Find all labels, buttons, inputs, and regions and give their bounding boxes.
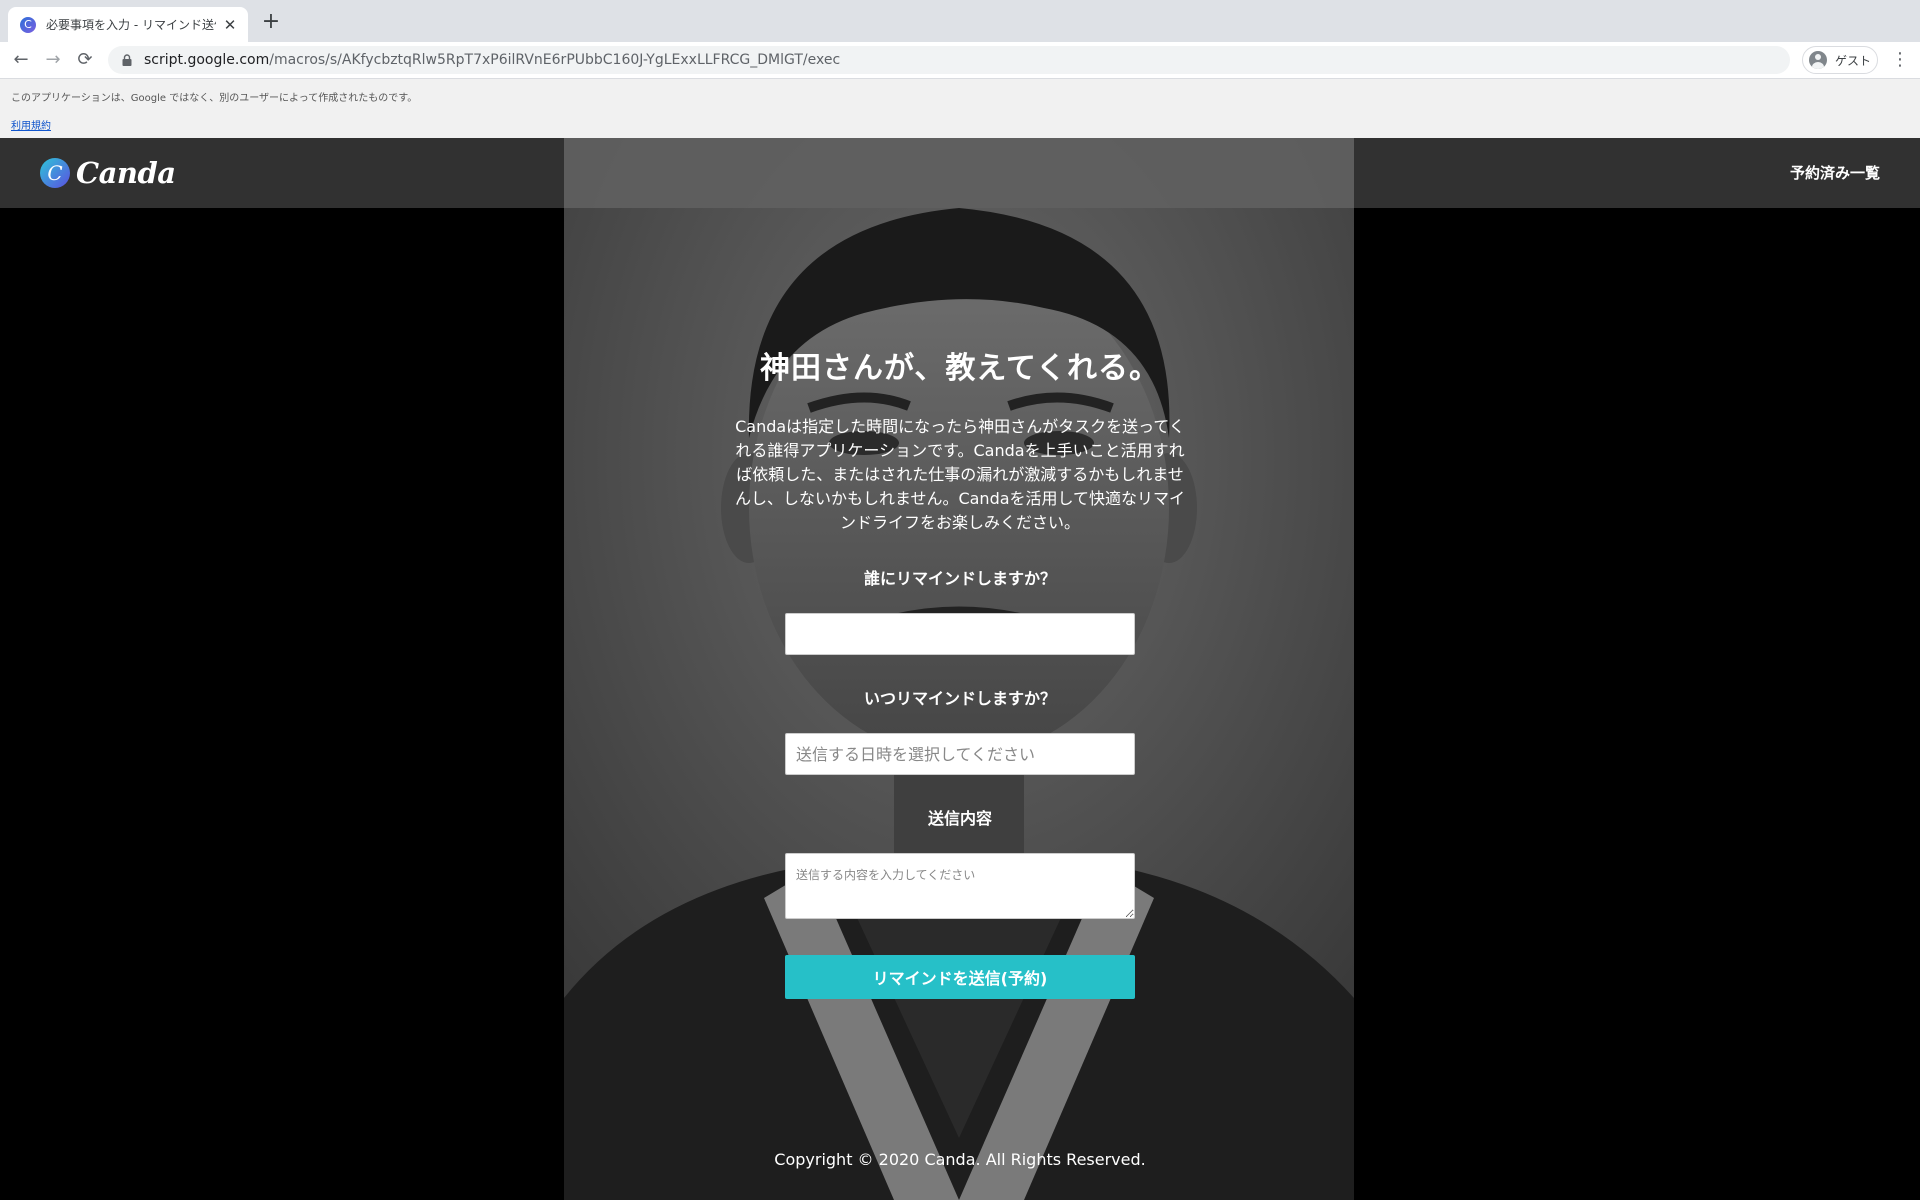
browser-tab[interactable]: C 必要事項を入力 - リマインド送信アプリ ✕ <box>8 7 248 42</box>
browser-menu-icon[interactable]: ⋮ <box>1890 48 1910 72</box>
tab-close-icon[interactable]: ✕ <box>222 16 238 34</box>
reserved-list-link[interactable]: 予約済み一覧 <box>1790 162 1880 183</box>
message-label: 送信内容 <box>927 809 992 828</box>
back-arrow-icon[interactable]: ← <box>9 48 33 72</box>
datetime-label: いつリマインドしますか？ <box>863 689 1056 708</box>
terms-link[interactable]: 利用規約 <box>11 117 51 132</box>
canda-logo-text: Canda <box>76 156 176 190</box>
profile-label: ゲスト <box>1835 53 1872 68</box>
canda-app: C Canda 予約済み一覧 神田さんが、教えてくれる。 Candaは指定した時… <box>0 138 1920 1200</box>
canda-favicon-icon: C <box>20 16 36 33</box>
page-title: 神田さんが、教えてくれる。 <box>760 351 1160 386</box>
apps-script-warning: このアプリケーションは、Google ではなく、別のユーザーによって作成されたも… <box>11 93 418 104</box>
message-textarea[interactable] <box>785 853 1135 919</box>
recipient-label: 誰にリマインドしますか？ <box>863 569 1056 588</box>
profile-button[interactable]: ゲスト <box>1802 46 1878 74</box>
datetime-input[interactable] <box>785 733 1135 775</box>
forward-arrow-icon[interactable]: → <box>41 48 65 72</box>
apps-script-banner: このアプリケーションは、Google ではなく、別のユーザーによって作成されたも… <box>0 79 1920 138</box>
recipient-input[interactable] <box>785 613 1135 655</box>
reminder-form-section: 神田さんが、教えてくれる。 Candaは指定した時間になったら神田さんがタスクを… <box>720 343 1200 999</box>
lock-icon <box>122 54 132 66</box>
copyright-footer: Copyright © 2020 Canda. All Rights Reser… <box>774 1150 1146 1169</box>
site-header: C Canda 予約済み一覧 <box>0 138 1920 208</box>
send-reminder-button[interactable]: リマインドを送信(予約) <box>785 955 1135 999</box>
tab-title: 必要事項を入力 - リマインド送信アプリ <box>46 18 216 32</box>
canda-logo-mark-icon: C <box>40 158 70 188</box>
canda-logo[interactable]: C Canda <box>40 156 176 190</box>
browser-toolbar: ← → ⟳ script.google.com/macros/s/AKfycbz… <box>0 42 1920 79</box>
url-host: script.google.com <box>144 52 270 68</box>
url-text: script.google.com/macros/s/AKfycbztqRlw5… <box>144 52 840 68</box>
profile-avatar-icon <box>1809 51 1827 69</box>
new-tab-icon[interactable]: + <box>259 10 283 34</box>
browser-tabstrip: C 必要事項を入力 - リマインド送信アプリ ✕ + <box>0 0 1920 42</box>
address-bar[interactable]: script.google.com/macros/s/AKfycbztqRlw5… <box>108 46 1790 74</box>
app-description: Candaは指定した時間になったら神田さんがタスクを送ってくれる誰得アプリケーシ… <box>734 417 1186 532</box>
url-path: /macros/s/AKfycbztqRlw5RpT7xP6ilRVnE6rPU… <box>269 52 841 68</box>
reload-icon[interactable]: ⟳ <box>73 48 97 72</box>
